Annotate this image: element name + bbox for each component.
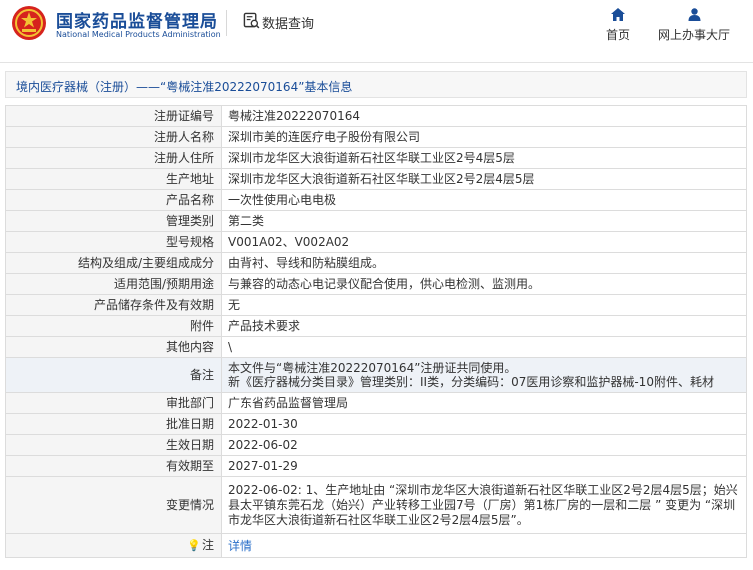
site-header: 国家药品监督管理局 National Medical Products Admi… xyxy=(0,0,753,63)
table-row: 💡注 详情 xyxy=(5,533,747,558)
table-row: 型号规格 V001A02、V002A02 xyxy=(5,231,747,253)
table-row: 审批部门 广东省药品监督管理局 xyxy=(5,392,747,414)
field-label: 生产地址 xyxy=(5,168,222,190)
field-label: 注册证编号 xyxy=(5,105,222,127)
table-row: 管理类别 第二类 xyxy=(5,210,747,232)
device-info-table: 注册证编号 粤械注准20222070164 注册人名称 深圳市美的连医疗电子股份… xyxy=(5,105,747,558)
field-value: 2022-06-02 xyxy=(221,434,747,456)
field-label: 生效日期 xyxy=(5,434,222,456)
nav-online-office[interactable]: 网上办事大厅 xyxy=(655,8,733,43)
table-row: 变更情况 2022-06-02: 1、生产地址由 “深圳市龙华区大浪街道新石社区… xyxy=(5,476,747,534)
brand-name-cn[interactable]: 国家药品监督管理局 xyxy=(56,7,218,32)
field-label: 产品名称 xyxy=(5,189,222,211)
field-label: 结构及组成/主要组成成分 xyxy=(5,252,222,274)
table-row: 产品名称 一次性使用心电电极 xyxy=(5,189,747,211)
home-icon xyxy=(611,8,625,21)
field-label: 其他内容 xyxy=(5,336,222,358)
field-value: 深圳市美的连医疗电子股份有限公司 xyxy=(221,126,747,148)
field-value: 无 xyxy=(221,294,747,316)
field-label: 管理类别 xyxy=(5,210,222,232)
table-row: 注册人住所 深圳市龙华区大浪街道新石社区华联工业区2号4层5层 xyxy=(5,147,747,169)
field-label: 备注 xyxy=(5,357,222,393)
brand-name-en[interactable]: National Medical Products Administration xyxy=(56,30,221,39)
header-divider xyxy=(226,10,227,36)
remark-line-2: 新《医疗器械分类目录》管理类别：II类，分类编码：07医用诊察和监护器械-10附… xyxy=(228,375,714,389)
field-label: 💡注 xyxy=(5,533,222,558)
table-row: 注册证编号 粤械注准20222070164 xyxy=(5,105,747,127)
field-value: 本文件与“粤械注准20222070164”注册证共同使用。 新《医疗器械分类目录… xyxy=(221,357,747,393)
field-value: 一次性使用心电电极 xyxy=(221,189,747,211)
field-value: 2027-01-29 xyxy=(221,455,747,477)
page-title-bar: 境内医疗器械（注册）——“粤械注准20222070164”基本信息 xyxy=(5,71,747,98)
table-row: 批准日期 2022-01-30 xyxy=(5,413,747,435)
national-emblem-icon xyxy=(12,6,46,40)
lightbulb-icon: 💡 xyxy=(187,539,201,552)
field-value: 深圳市龙华区大浪街道新石社区华联工业区2号2层4层5层 xyxy=(221,168,747,190)
field-label: 批准日期 xyxy=(5,413,222,435)
user-icon xyxy=(688,8,700,21)
field-value: 第二类 xyxy=(221,210,747,232)
field-value: 广东省药品监督管理局 xyxy=(221,392,747,414)
nav-office-label: 网上办事大厅 xyxy=(657,28,730,42)
table-row: 产品储存条件及有效期 无 xyxy=(5,294,747,316)
data-search-icon xyxy=(243,12,260,29)
field-label: 注册人住所 xyxy=(5,147,222,169)
field-label: 注册人名称 xyxy=(5,126,222,148)
table-row: 生产地址 深圳市龙华区大浪街道新石社区华联工业区2号2层4层5层 xyxy=(5,168,747,190)
table-row: 注册人名称 深圳市美的连医疗电子股份有限公司 xyxy=(5,126,747,148)
data-query-label[interactable]: 数据查询 xyxy=(262,13,314,32)
field-value: 粤械注准20222070164 xyxy=(221,105,747,127)
remark-line-1: 本文件与“粤械注准20222070164”注册证共同使用。 xyxy=(228,361,517,375)
nav-home-label: 首页 xyxy=(605,28,630,42)
field-value: 与兼容的动态心电记录仪配合使用，供心电检测、监测用。 xyxy=(221,273,747,295)
field-value: 由背衬、导线和防粘膜组成。 xyxy=(221,252,747,274)
table-row: 备注 本文件与“粤械注准20222070164”注册证共同使用。 新《医疗器械分… xyxy=(5,357,747,393)
field-label: 审批部门 xyxy=(5,392,222,414)
field-value: 2022-01-30 xyxy=(221,413,747,435)
field-label: 适用范围/预期用途 xyxy=(5,273,222,295)
table-row: 其他内容 \ xyxy=(5,336,747,358)
field-value: 2022-06-02: 1、生产地址由 “深圳市龙华区大浪街道新石社区华联工业区… xyxy=(221,476,747,534)
table-row: 适用范围/预期用途 与兼容的动态心电记录仪配合使用，供心电检测、监测用。 xyxy=(5,273,747,295)
field-label: 有效期至 xyxy=(5,455,222,477)
details-link[interactable]: 详情 xyxy=(228,539,252,553)
field-value: 深圳市龙华区大浪街道新石社区华联工业区2号4层5层 xyxy=(221,147,747,169)
field-label: 附件 xyxy=(5,315,222,337)
field-label: 产品储存条件及有效期 xyxy=(5,294,222,316)
field-label: 型号规格 xyxy=(5,231,222,253)
table-row: 结构及组成/主要组成成分 由背衬、导线和防粘膜组成。 xyxy=(5,252,747,274)
table-row: 附件 产品技术要求 xyxy=(5,315,747,337)
field-value: 详情 xyxy=(221,533,747,558)
note-label: 注 xyxy=(201,538,214,552)
table-row: 生效日期 2022-06-02 xyxy=(5,434,747,456)
table-row: 有效期至 2027-01-29 xyxy=(5,455,747,477)
field-value: 产品技术要求 xyxy=(221,315,747,337)
page-title: 境内医疗器械（注册）——“粤械注准20222070164”基本信息 xyxy=(16,80,353,94)
nav-home[interactable]: 首页 xyxy=(603,8,633,43)
field-value: V001A02、V002A02 xyxy=(221,231,747,253)
field-value: \ xyxy=(221,336,747,358)
field-label: 变更情况 xyxy=(5,476,222,534)
